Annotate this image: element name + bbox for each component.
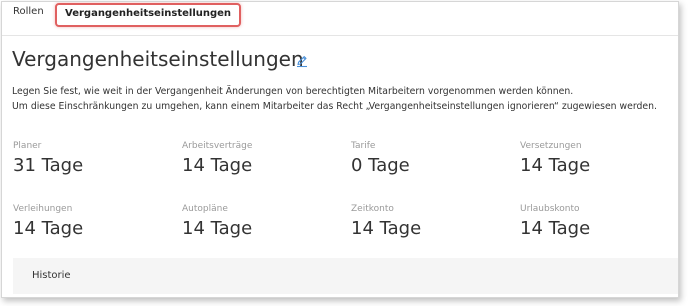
stat-value: 14 Tage bbox=[351, 218, 422, 239]
tab-vergangenheitseinstellungen[interactable]: Vergangenheitseinstellungen bbox=[55, 3, 242, 27]
description-line-1: Legen Sie fest, wie weit in der Vergange… bbox=[12, 86, 574, 97]
stat-value: 31 Tage bbox=[13, 155, 84, 176]
settings-panel: Rollen Vergangenheitseinstellungen Verga… bbox=[1, 1, 679, 298]
stat-label: Verleihungen bbox=[13, 204, 73, 214]
stat-label: Autopläne bbox=[182, 204, 228, 214]
page-title: Vergangenheitseinstellungen bbox=[12, 47, 304, 71]
stat-arbeitsvertraege: Arbeitsverträge 14 Tage bbox=[182, 141, 252, 176]
stat-label: Urlaubskonto bbox=[520, 204, 580, 214]
stat-value: 14 Tage bbox=[520, 218, 591, 239]
stat-verleihungen: Verleihungen 14 Tage bbox=[13, 204, 83, 239]
stat-versetzungen: Versetzungen 14 Tage bbox=[520, 141, 590, 176]
stat-label: Versetzungen bbox=[520, 141, 582, 151]
stat-value: 14 Tage bbox=[520, 155, 591, 176]
tab-rollen[interactable]: Rollen bbox=[13, 6, 44, 17]
history-label: Historie bbox=[32, 270, 71, 281]
stat-value: 14 Tage bbox=[182, 155, 253, 176]
stat-tarife: Tarife 0 Tage bbox=[351, 141, 410, 176]
stat-autoplaene: Autopläne 14 Tage bbox=[182, 204, 252, 239]
stat-value: 0 Tage bbox=[351, 155, 410, 176]
description-line-2: Um diese Einschränkungen zu umgehen, kan… bbox=[12, 101, 657, 112]
stat-label: Tarife bbox=[351, 141, 376, 151]
stat-planer: Planer 31 Tage bbox=[13, 141, 83, 176]
stat-label: Arbeitsverträge bbox=[182, 141, 253, 151]
stat-label: Planer bbox=[13, 141, 42, 151]
stat-value: 14 Tage bbox=[182, 218, 253, 239]
stat-label: Zeitkonto bbox=[351, 204, 394, 214]
tab-bar: Rollen Vergangenheitseinstellungen bbox=[2, 2, 678, 36]
stat-zeitkonto: Zeitkonto 14 Tage bbox=[351, 204, 421, 239]
stat-urlaubskonto: Urlaubskonto 14 Tage bbox=[520, 204, 590, 239]
stat-value: 14 Tage bbox=[13, 218, 84, 239]
history-section-header[interactable]: Historie bbox=[13, 258, 678, 294]
pencil-icon[interactable] bbox=[295, 53, 309, 68]
